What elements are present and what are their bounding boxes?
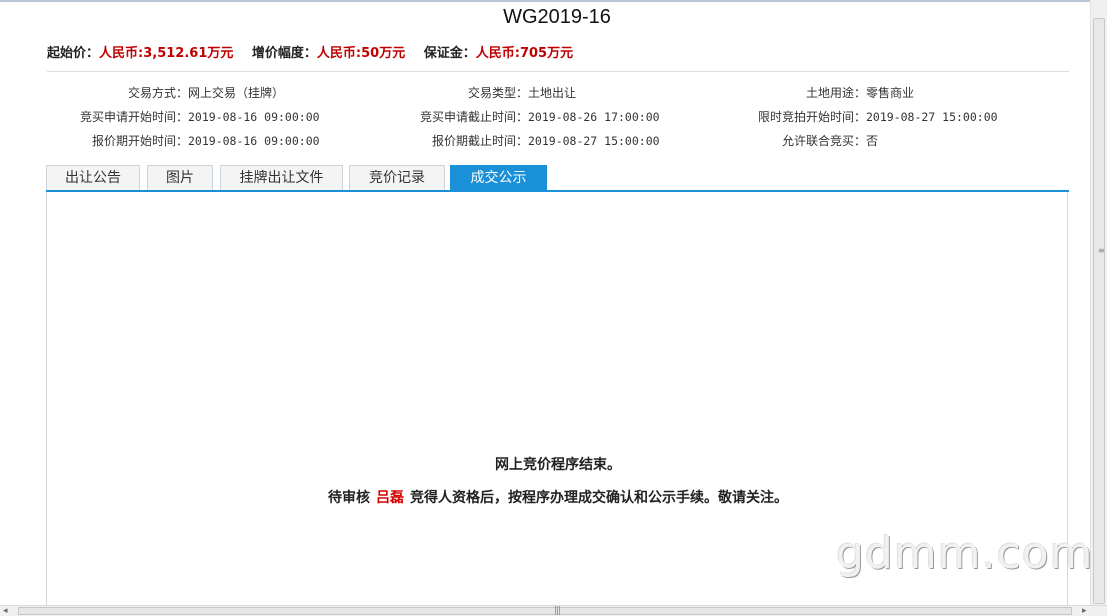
deposit-label: 保证金：: [423, 46, 476, 61]
info-cell: 允许联合竞买：否: [740, 132, 878, 149]
deposit-value: 人民币:705万元: [475, 46, 574, 61]
horizontal-scroll-thumb[interactable]: |||: [18, 606, 1072, 616]
info-cell: 交易方式：网上交易（挂牌）: [40, 84, 284, 101]
info-cell: 限时竞拍开始时间：2019-08-27 15:00:00: [740, 108, 998, 125]
start-price-value: 人民币:3,512.61万元: [99, 46, 234, 61]
scroll-left-arrow-icon[interactable]: ◂: [3, 606, 8, 616]
divider: [47, 71, 1069, 72]
info-label: 交易类型：: [467, 86, 528, 100]
info-value: 2019-08-16 09:00:00: [188, 110, 320, 124]
info-cell: 土地用途：零售商业: [740, 84, 914, 101]
winner-message: 待审核 吕磊 竞得人资格后，按程序办理成交确认和公示手续。敬请关注。: [47, 487, 1069, 507]
winner-name: 吕磊: [376, 490, 404, 506]
page-title: WG2019-16: [503, 6, 611, 28]
info-row: 交易方式：网上交易（挂牌） 交易类型：土地出让 土地用途：零售商业: [0, 84, 1090, 104]
grip-icon: ≡: [1098, 246, 1105, 255]
winner-message-suffix: 竞得人资格后，按程序办理成交确认和公示手续。敬请关注。: [410, 490, 788, 506]
vertical-scrollbar[interactable]: ≡: [1090, 0, 1107, 605]
info-value: 零售商业: [866, 86, 915, 100]
info-value: 2019-08-27 15:00:00: [866, 110, 998, 124]
grip-icon: |||: [554, 606, 561, 616]
increment-label: 增价幅度：: [251, 46, 317, 61]
info-value: 2019-08-26 17:00:00: [528, 110, 660, 124]
info-cell: 报价期开始时间：2019-08-16 09:00:00: [40, 132, 320, 149]
info-label: 交易方式：: [127, 86, 188, 100]
info-label: 报价期开始时间：: [91, 134, 188, 148]
scroll-right-arrow-icon[interactable]: ▸: [1082, 606, 1087, 616]
info-cell: 报价期截止时间：2019-08-27 15:00:00: [400, 132, 660, 149]
start-price-label: 起始价：: [47, 46, 100, 61]
winner-message-prefix: 待审核: [328, 490, 370, 506]
info-cell: 交易类型：土地出让: [400, 84, 576, 101]
tab-listing-documents[interactable]: 挂牌出让文件: [220, 165, 343, 190]
info-row: 报价期开始时间：2019-08-16 09:00:00 报价期截止时间：2019…: [0, 132, 1090, 152]
info-label: 报价期截止时间：: [431, 134, 528, 148]
info-cell: 竞买申请开始时间：2019-08-16 09:00:00: [40, 108, 320, 125]
tab-deal-publicity[interactable]: 成交公示: [450, 165, 547, 190]
info-value: 网上交易（挂牌）: [188, 86, 285, 100]
vertical-scroll-thumb[interactable]: ≡: [1093, 18, 1105, 604]
info-value: 2019-08-27 15:00:00: [528, 134, 660, 148]
info-label: 竞买申请截止时间：: [419, 110, 528, 124]
info-label: 允许联合竞买：: [781, 134, 866, 148]
info-value: 2019-08-16 09:00:00: [188, 134, 320, 148]
info-label: 限时竞拍开始时间：: [757, 110, 866, 124]
tab-images[interactable]: 图片: [147, 165, 213, 190]
info-label: 竞买申请开始时间：: [79, 110, 188, 124]
info-cell: 竞买申请截止时间：2019-08-26 17:00:00: [400, 108, 660, 125]
info-value: 否: [866, 134, 879, 148]
info-value: 土地出让: [528, 86, 577, 100]
info-label: 土地用途：: [805, 86, 866, 100]
site-watermark: gdmm.com: [836, 528, 1094, 579]
increment-value: 人民币:50万元: [316, 46, 406, 61]
info-row: 竞买申请开始时间：2019-08-16 09:00:00 竞买申请截止时间：20…: [0, 108, 1090, 128]
horizontal-scrollbar[interactable]: ◂ ||| ▸: [0, 605, 1107, 616]
price-summary: 起始价：人民币:3,512.61万元 增价幅度：人民币:50万元 保证金：人民币…: [47, 42, 587, 61]
tab-bid-records[interactable]: 竞价记录: [349, 165, 445, 190]
tab-announcement[interactable]: 出让公告: [46, 165, 140, 190]
top-border: [0, 0, 1090, 2]
bidding-ended-message: 网上竞价程序结束。: [495, 457, 621, 473]
